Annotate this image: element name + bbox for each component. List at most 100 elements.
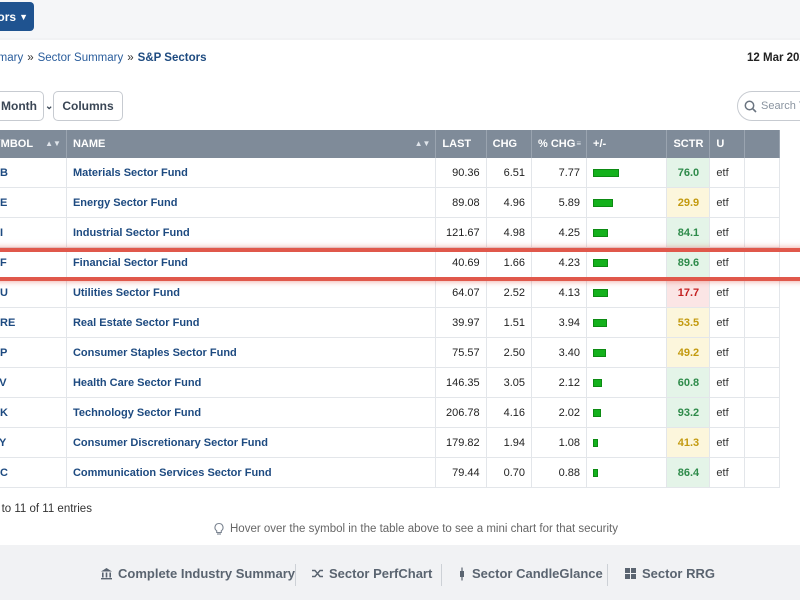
name-cell[interactable]: Financial Sector Fund	[66, 247, 437, 278]
extra-cell	[744, 158, 781, 188]
column-header-chg-label: CHG	[492, 138, 518, 150]
bank-icon	[101, 568, 112, 580]
table-row[interactable]: XLYConsumer Discretionary Sector Fund179…	[0, 427, 781, 458]
sctr-cell: 89.6	[666, 247, 711, 278]
breadcrumb-sector-summary[interactable]: Sector Summary	[38, 52, 124, 64]
symbol-cell[interactable]: XLC	[0, 457, 67, 488]
table-row[interactable]: XLIIndustrial Sector Fund121.674.984.25 8…	[0, 217, 781, 248]
column-header-sctr[interactable]: SCTR	[666, 130, 711, 158]
chg-cell: 2.50	[486, 337, 533, 368]
symbol-cell[interactable]: XLI	[0, 217, 67, 248]
chg-cell: 3.05	[486, 367, 533, 398]
pct-chg-cell: 0.88	[531, 457, 588, 488]
symbol-cell[interactable]: XLP	[0, 337, 67, 368]
sort-icon: ▲▼	[414, 139, 431, 148]
table-row[interactable]: XLVHealth Care Sector Fund146.353.052.12…	[0, 367, 781, 398]
chg-cell: 0.70	[486, 457, 533, 488]
column-header-name[interactable]: NAME ▲▼	[66, 130, 437, 158]
breadcrumb-summary[interactable]: Summary	[0, 52, 23, 64]
column-header-chg[interactable]: CHG	[486, 130, 533, 158]
symbol-cell[interactable]: XLK	[0, 397, 67, 428]
column-header-plusminus[interactable]: +/-	[586, 130, 668, 158]
screen: tors▼ Summary»Sector Summary»S&P Sectors…	[0, 0, 800, 600]
sctr-cell: 29.9	[666, 187, 711, 218]
table-header-row: SYMBOL ▲▼ NAME ▲▼ LAST CHG % CHG↓≡ +/- SCT…	[0, 130, 781, 158]
table-row[interactable]: XLKTechnology Sector Fund206.784.162.02 9…	[0, 397, 781, 428]
change-bar	[593, 168, 620, 177]
name-cell[interactable]: Health Care Sector Fund	[66, 367, 437, 398]
sector-perfchart-link[interactable]: Sector PerfChart	[311, 566, 432, 581]
footer-divider	[607, 564, 608, 586]
complete-industry-summary-link[interactable]: Complete Industry Summary	[100, 566, 295, 581]
last-cell: 206.78	[435, 397, 487, 428]
lightbulb-icon	[214, 522, 224, 535]
table-row[interactable]: XLBMaterials Sector Fund90.366.517.77 76.…	[0, 158, 781, 188]
entries-info: 1 to 11 of 11 entries	[0, 503, 100, 515]
symbol-cell[interactable]: XLF	[0, 247, 67, 278]
table-row[interactable]: XLFFinancial Sector Fund40.691.664.23 89.…	[0, 247, 781, 278]
search-placeholder: Search T	[761, 100, 800, 112]
column-header-u[interactable]: U	[709, 130, 745, 158]
columns-button-label: Columns	[62, 99, 114, 113]
columns-button[interactable]: Columns	[53, 91, 123, 121]
u-cell: etf	[709, 187, 745, 218]
name-cell[interactable]: Real Estate Sector Fund	[66, 307, 437, 338]
sort-desc-icon: ↓≡	[572, 139, 582, 148]
sectors-dropdown-button[interactable]: tors▼	[0, 2, 34, 31]
complete-industry-summary-label: Complete Industry Summary	[118, 566, 295, 581]
change-bar	[593, 438, 599, 447]
extra-cell	[744, 277, 781, 308]
name-cell[interactable]: Utilities Sector Fund	[66, 277, 437, 308]
period-select[interactable]: Month ⌄	[0, 91, 53, 121]
sectors-table: SYMBOL ▲▼ NAME ▲▼ LAST CHG % CHG↓≡ +/- SCT…	[0, 130, 781, 488]
last-cell: 121.67	[435, 217, 487, 248]
sector-rrg-link[interactable]: Sector RRG	[624, 566, 715, 581]
column-header-last[interactable]: LAST	[435, 130, 487, 158]
name-cell[interactable]: Communication Services Sector Fund	[66, 457, 437, 488]
sort-icon: ▲▼	[45, 139, 61, 148]
name-cell[interactable]: Industrial Sector Fund	[66, 217, 437, 248]
symbol-cell[interactable]: XLE	[0, 187, 67, 218]
symbol-cell[interactable]: XLRE	[0, 307, 67, 338]
change-bar	[593, 408, 602, 417]
change-bar	[593, 318, 608, 327]
change-bar-cell	[586, 187, 668, 218]
symbol-cell[interactable]: XLY	[0, 427, 67, 458]
column-header-symbol-label: SYMBOL	[0, 138, 34, 150]
footer-links: Complete Industry Summary Sector PerfCha…	[0, 560, 800, 590]
column-header-pct-chg[interactable]: % CHG ↓≡	[531, 130, 588, 158]
table-row[interactable]: XLEEnergy Sector Fund89.084.965.89 29.9et…	[0, 187, 781, 218]
name-cell[interactable]: Consumer Staples Sector Fund	[66, 337, 437, 368]
column-header-last-label: LAST	[442, 138, 472, 150]
symbol-cell[interactable]: XLU	[0, 277, 67, 308]
search-icon	[744, 100, 757, 113]
name-cell[interactable]: Technology Sector Fund	[66, 397, 437, 428]
name-cell[interactable]: Materials Sector Fund	[66, 158, 437, 188]
name-cell[interactable]: Energy Sector Fund	[66, 187, 437, 218]
sector-candleglance-link[interactable]: Sector CandleGlance	[457, 566, 603, 581]
column-header-name-label: NAME	[72, 138, 106, 150]
column-header-symbol[interactable]: SYMBOL ▲▼	[0, 130, 67, 158]
table-row[interactable]: XLCCommunication Services Sector Fund79.…	[0, 457, 781, 488]
search-input[interactable]: Search T	[737, 91, 800, 121]
table-body: XLBMaterials Sector Fund90.366.517.77 76.…	[0, 158, 781, 488]
chg-cell: 4.96	[486, 187, 533, 218]
last-cell: 90.36	[435, 158, 487, 188]
u-cell: etf	[709, 427, 745, 458]
footer-divider	[295, 564, 296, 586]
hover-hint-text: Hover over the symbol in the table above…	[230, 523, 618, 535]
table-row[interactable]: XLUUtilities Sector Fund64.072.524.13 17.…	[0, 277, 781, 308]
column-header-u-label: U	[716, 138, 725, 150]
name-cell[interactable]: Consumer Discretionary Sector Fund	[66, 427, 437, 458]
table-row[interactable]: XLREReal Estate Sector Fund39.971.513.94…	[0, 307, 781, 338]
last-cell: 146.35	[435, 367, 487, 398]
column-header-extra	[744, 130, 781, 158]
pct-chg-cell: 1.08	[531, 427, 588, 458]
pct-chg-cell: 2.12	[531, 367, 588, 398]
table-row[interactable]: XLPConsumer Staples Sector Fund75.572.50…	[0, 337, 781, 368]
extra-cell	[744, 217, 781, 248]
change-bar-cell	[586, 307, 668, 338]
symbol-cell[interactable]: XLB	[0, 158, 67, 188]
chg-cell: 4.16	[486, 397, 533, 428]
symbol-cell[interactable]: XLV	[0, 367, 67, 398]
